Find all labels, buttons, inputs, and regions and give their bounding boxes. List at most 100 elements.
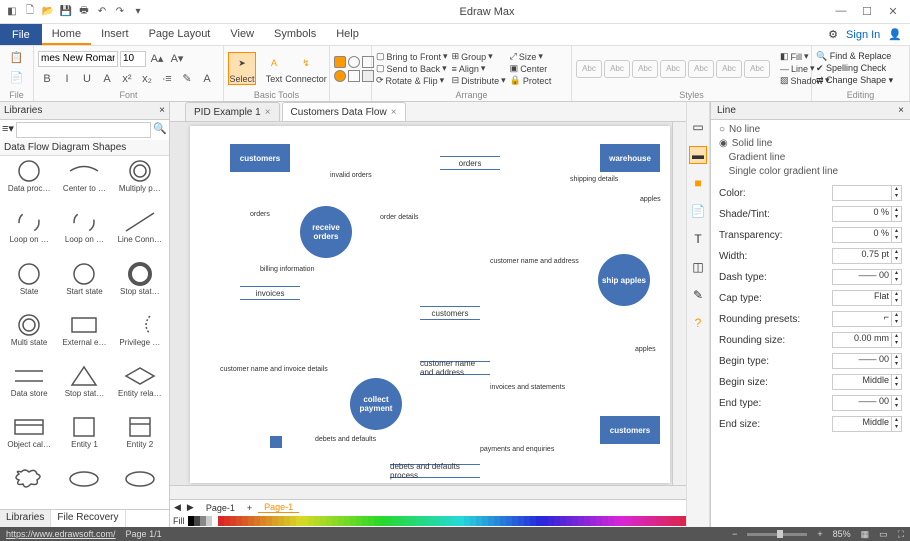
layer-tool[interactable]: ◫ bbox=[689, 258, 707, 276]
line-panel-close[interactable]: × bbox=[898, 105, 904, 116]
palette-swatches[interactable] bbox=[188, 516, 698, 526]
canvas[interactable]: customers warehouse customers receive order… bbox=[190, 126, 670, 483]
qat-btn[interactable]: 📂 bbox=[40, 4, 56, 20]
help-tool[interactable]: ? bbox=[689, 314, 707, 332]
add-page[interactable]: + bbox=[247, 503, 252, 513]
bullets-button[interactable]: ∙≡ bbox=[158, 70, 176, 88]
shape-item[interactable]: Stop stat… bbox=[113, 261, 167, 311]
page-tool[interactable]: 📄 bbox=[689, 202, 707, 220]
shape-item[interactable]: State bbox=[2, 261, 56, 311]
shape-item[interactable]: Object cal… bbox=[2, 414, 56, 464]
tab-insert[interactable]: Insert bbox=[91, 24, 139, 45]
tab-home[interactable]: Home bbox=[42, 24, 91, 45]
qat-btn[interactable]: 🗋 bbox=[22, 4, 38, 20]
search-icon[interactable]: 🔍 bbox=[153, 122, 167, 138]
shape-item[interactable]: Entity rela… bbox=[113, 363, 167, 413]
qat-btn[interactable]: 🖶 bbox=[76, 4, 92, 20]
diagram-datastore[interactable]: customers bbox=[420, 306, 480, 320]
align-button[interactable]: ≡ Align ▾ bbox=[452, 63, 506, 74]
bold-button[interactable]: B bbox=[38, 70, 56, 88]
shape-item[interactable]: Multiply p… bbox=[113, 158, 167, 208]
paste-icon[interactable]: 📋 bbox=[8, 48, 26, 66]
diagram-circle[interactable]: receive orders bbox=[300, 206, 352, 258]
shape-item[interactable]: Center to … bbox=[57, 158, 111, 208]
close-icon[interactable]: × bbox=[265, 107, 271, 118]
line-type-gradient[interactable]: Gradient line bbox=[719, 152, 902, 163]
diagram-rect[interactable] bbox=[270, 436, 282, 448]
highlight-button[interactable]: ✎ bbox=[178, 70, 196, 88]
shape-item[interactable]: Line Conn… bbox=[113, 209, 167, 259]
shape-item[interactable] bbox=[2, 466, 56, 507]
shape-item[interactable]: Entity 1 bbox=[57, 414, 111, 464]
tab-page-layout[interactable]: Page Layout bbox=[139, 24, 221, 45]
diagram-datastore[interactable]: orders bbox=[440, 156, 500, 170]
page-tab-active[interactable]: Page-1 bbox=[258, 502, 299, 513]
font-name-select[interactable] bbox=[38, 51, 118, 67]
shape-item[interactable]: Loop on … bbox=[2, 209, 56, 259]
connector-tool[interactable]: ↯Connector bbox=[292, 53, 320, 84]
distribute-button[interactable]: ⊟ Distribute ▾ bbox=[452, 75, 506, 86]
style-gallery[interactable]: Abc Abc Abc Abc Abc Abc Abc bbox=[576, 60, 770, 78]
zoom-out[interactable]: − bbox=[732, 529, 737, 539]
find-replace-button[interactable]: 🔍 Find & Replace bbox=[816, 51, 893, 62]
sign-in-link[interactable]: Sign In bbox=[846, 29, 880, 41]
vertical-scrollbar[interactable] bbox=[672, 122, 686, 485]
font-color-button[interactable]: A bbox=[198, 70, 216, 88]
center-button[interactable]: ▣ Center bbox=[510, 63, 552, 74]
doc-tab[interactable]: Customers Data Flow× bbox=[282, 102, 406, 121]
view-mode-icon[interactable]: ⛶ bbox=[898, 529, 904, 540]
page-tab[interactable]: Page-1 bbox=[200, 503, 241, 513]
library-category[interactable]: Data Flow Diagram Shapes bbox=[0, 140, 169, 156]
doc-tab[interactable]: PID Example 1× bbox=[185, 102, 280, 121]
group-button[interactable]: ⊞ Group ▾ bbox=[452, 51, 506, 62]
maximize-button[interactable]: ☐ bbox=[858, 5, 876, 18]
library-menu-icon[interactable]: ≡▾ bbox=[2, 122, 14, 138]
shrink-font-icon[interactable]: A▾ bbox=[168, 50, 186, 68]
file-recovery-tab[interactable]: File Recovery bbox=[51, 510, 125, 527]
diagram-rect[interactable]: customers bbox=[230, 144, 290, 172]
qat-btn[interactable]: ↶ bbox=[94, 4, 110, 20]
shape-item[interactable]: Entity 2 bbox=[113, 414, 167, 464]
page-prev[interactable]: ◀ bbox=[174, 502, 181, 513]
rotate-flip-button[interactable]: ⟳ Rotate & Flip ▾ bbox=[376, 75, 448, 86]
italic-button[interactable]: I bbox=[58, 70, 76, 88]
diagram-circle[interactable]: collect payment bbox=[350, 378, 402, 430]
protect-button[interactable]: 🔒 Protect bbox=[510, 75, 552, 86]
tab-help[interactable]: Help bbox=[326, 24, 369, 45]
bring-front-button[interactable]: ▢ Bring to Front ▾ bbox=[376, 51, 448, 62]
shape-item[interactable] bbox=[57, 466, 111, 507]
qat-btn[interactable]: 💾 bbox=[58, 4, 74, 20]
user-icon[interactable]: 👤 bbox=[888, 28, 902, 41]
shape-item[interactable]: Start state bbox=[57, 261, 111, 311]
shape-item[interactable]: Loop on … bbox=[57, 209, 111, 259]
zoom-in[interactable]: + bbox=[817, 529, 822, 539]
qat-more-btn[interactable]: ▾ bbox=[130, 4, 146, 20]
tab-symbols[interactable]: Symbols bbox=[264, 24, 326, 45]
line-tool[interactable]: ▬ bbox=[689, 146, 707, 164]
canvas-viewport[interactable]: customers warehouse customers receive order… bbox=[170, 122, 686, 499]
spelling-button[interactable]: ✔ Spelling Check bbox=[816, 63, 893, 74]
copy-icon[interactable]: 📄 bbox=[8, 68, 26, 86]
line-type-none[interactable]: ○No line bbox=[719, 124, 902, 135]
qat-btn[interactable]: ◧ bbox=[4, 4, 20, 20]
text-tool[interactable]: AText bbox=[260, 53, 288, 84]
view-mode-icon[interactable]: ▦ bbox=[861, 529, 870, 540]
shape-item[interactable] bbox=[113, 466, 167, 507]
close-button[interactable]: ✕ bbox=[884, 5, 902, 18]
diagram-rect[interactable]: customers bbox=[600, 416, 660, 444]
send-back-button[interactable]: ▢ Send to Back ▾ bbox=[376, 63, 448, 74]
shape-item[interactable]: Data proc… bbox=[2, 158, 56, 208]
shape-item[interactable]: Stop stat… bbox=[57, 363, 111, 413]
minimize-button[interactable]: — bbox=[832, 5, 850, 18]
font-size-select[interactable] bbox=[120, 51, 146, 67]
strike-button[interactable]: A bbox=[98, 70, 116, 88]
line-type-solid[interactable]: ◉Solid line bbox=[719, 138, 902, 149]
libraries-close[interactable]: × bbox=[159, 105, 165, 116]
subscript-button[interactable]: x₂ bbox=[138, 70, 156, 88]
diagram-rect[interactable]: warehouse bbox=[600, 144, 660, 172]
shape-item[interactable]: Multi state bbox=[2, 312, 56, 362]
underline-button[interactable]: U bbox=[78, 70, 96, 88]
text-tool[interactable]: T bbox=[689, 230, 707, 248]
qat-btn[interactable]: ↷ bbox=[112, 4, 128, 20]
grow-font-icon[interactable]: A▴ bbox=[148, 50, 166, 68]
